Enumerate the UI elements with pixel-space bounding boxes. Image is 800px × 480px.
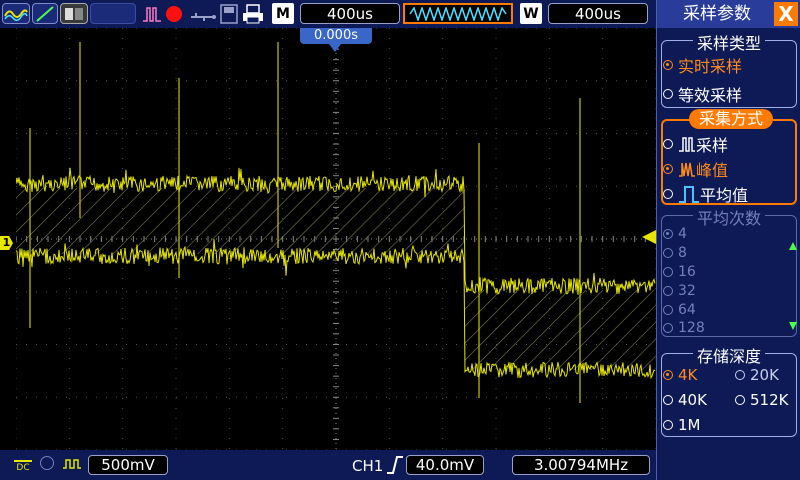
option-avg-8: 8 [663,245,687,261]
option-depth-512k[interactable]: 512K [735,391,788,409]
sample-mode-icon [679,137,695,152]
option-avg-16: 16 [663,264,696,280]
option-avg-4: 4 [663,226,687,242]
acquire-mode-title: 采集方式 [689,109,773,129]
scroll-up-icon [789,242,797,250]
window-mode-button[interactable]: W [520,3,542,24]
print-icon[interactable] [242,4,264,28]
option-acquire-peak[interactable]: 峰值 [663,157,728,181]
trigger-position-arrow [329,44,341,52]
bw-limit-icon [40,456,54,470]
usb-icon [190,8,216,27]
average-mode-icon [679,186,699,203]
radio-icon [663,164,673,174]
ch1-trigger-source: CH1 [352,457,384,475]
ch1-marker-label: 1 [2,236,11,249]
trigger-level-marker[interactable] [642,230,656,244]
window-timebase-value: 400us [548,3,648,24]
option-depth-4k[interactable]: 4K [663,366,697,384]
option-depth-20k[interactable]: 20K [735,366,779,384]
option-avg-64: 64 [663,302,696,318]
option-avg-32: 32 [663,283,696,299]
run-stop-icon[interactable] [166,6,182,22]
option-depth-40k[interactable]: 40K [663,391,707,409]
option-avg-128: 128 [663,320,705,336]
option-acquire-average[interactable]: 平均值 [663,182,748,206]
window-position-bar[interactable] [403,3,513,24]
sampling-params-menu: 采样参数 X 采样类型 实时采样 等效采样 采集方式 采样 峰值 平均值 平均次… [656,0,800,480]
option-acquire-sample[interactable]: 采样 [663,132,728,156]
coupling-dc-icon: DC [14,455,32,473]
frequency-readout: 3.00794MHz [512,455,650,475]
invert-icon [62,456,82,476]
waveform-icon [2,3,30,24]
memory-depth-title: 存储深度 [657,343,800,367]
waveform-display[interactable] [16,28,656,450]
display-mode-icon [60,3,88,24]
radio-icon [663,189,673,199]
main-mode-button[interactable]: M [272,3,294,24]
save-icon[interactable] [220,4,238,28]
blank-field [90,3,136,24]
scroll-down-icon [789,322,797,330]
option-realtime-sampling[interactable]: 实时采样 [663,53,742,77]
waveform-graticule [16,28,656,450]
trigger-time-marker: 0.000s [300,28,372,44]
option-equivalent-sampling[interactable]: 等效采样 [663,82,742,106]
close-icon: X [778,2,794,26]
radio-icon [663,89,673,99]
radio-icon [663,60,673,70]
ch1-volts-per-div[interactable]: 500mV [88,455,168,475]
top-status-bar: M 400us W 400us [0,0,656,28]
radio-icon [663,139,673,149]
rising-edge-icon [386,455,404,479]
trigger-level-value[interactable]: 40.0mV [406,455,484,475]
option-depth-1m[interactable]: 1M [663,416,701,434]
ramp-icon [32,3,58,24]
sampling-type-title: 采样类型 [657,30,800,54]
pulse-icon [142,5,162,27]
peak-mode-icon [679,162,695,177]
close-button[interactable]: X [774,2,798,26]
ch1-ground-marker[interactable]: 1 [0,236,13,250]
menu-title-text: 采样参数 [683,4,751,24]
main-timebase-value: 400us [300,3,400,24]
